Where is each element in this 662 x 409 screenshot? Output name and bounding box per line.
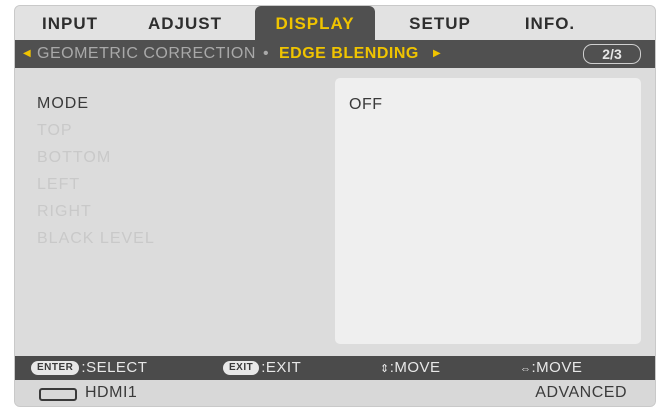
breadcrumb-prev[interactable]: GEOMETRIC CORRECTION bbox=[37, 40, 256, 68]
hint-bar: ENTER:SELECT EXIT:EXIT ⇕:MOVE ⇔:MOVE bbox=[15, 356, 655, 380]
updown-hint-label: :MOVE bbox=[389, 359, 441, 376]
tab-display[interactable]: DISPLAY bbox=[255, 6, 375, 40]
leftright-hint: ⇔:MOVE bbox=[520, 356, 582, 380]
right-arrow-icon[interactable]: ▶ bbox=[433, 40, 441, 68]
tab-adjust[interactable]: ADJUST bbox=[135, 6, 235, 40]
menu-item-bottom: BOTTOM bbox=[37, 149, 112, 166]
enter-hint: ENTER:SELECT bbox=[31, 356, 147, 380]
left-arrow-icon[interactable]: ◀ bbox=[23, 40, 31, 68]
tab-setup[interactable]: SETUP bbox=[390, 6, 490, 40]
updown-hint: ⇕:MOVE bbox=[380, 356, 441, 380]
menu-item-black-level: BLACK LEVEL bbox=[37, 230, 155, 247]
source-label: HDMI1 bbox=[85, 384, 138, 401]
mode-value[interactable]: OFF bbox=[349, 96, 383, 114]
tab-bar: INPUT ADJUST DISPLAY SETUP INFO. bbox=[15, 6, 655, 40]
leftright-hint-label: :MOVE bbox=[531, 359, 583, 376]
hdmi-icon bbox=[39, 388, 77, 401]
tab-input[interactable]: INPUT bbox=[25, 6, 115, 40]
status-bar: HDMI1 ADVANCED bbox=[15, 380, 655, 406]
menu-item-top: TOP bbox=[37, 122, 73, 139]
tab-info[interactable]: INFO. bbox=[505, 6, 595, 40]
exit-hint: EXIT:EXIT bbox=[223, 356, 301, 380]
breadcrumb-current: EDGE BLENDING bbox=[279, 45, 419, 62]
exit-key-icon: EXIT bbox=[223, 361, 260, 376]
enter-key-icon: ENTER bbox=[31, 361, 80, 376]
osd-menu: INPUT ADJUST DISPLAY SETUP INFO. ◀ GEOME… bbox=[14, 5, 656, 407]
left-right-icon: ⇔ bbox=[520, 363, 532, 375]
up-down-icon: ⇕ bbox=[380, 363, 390, 375]
value-panel: OFF bbox=[335, 78, 641, 344]
mode-label: ADVANCED bbox=[535, 384, 627, 401]
exit-hint-label: :EXIT bbox=[261, 359, 302, 376]
menu-item-left: LEFT bbox=[37, 176, 81, 193]
breadcrumb: ◀ GEOMETRIC CORRECTION • EDGE BLENDING ▶… bbox=[15, 40, 655, 68]
menu-item-right: RIGHT bbox=[37, 203, 92, 220]
menu-list: MODE TOP BOTTOM LEFT RIGHT BLACK LEVEL bbox=[37, 90, 155, 252]
menu-item-mode[interactable]: MODE bbox=[37, 90, 155, 117]
breadcrumb-separator: • bbox=[263, 45, 270, 62]
page-indicator: 2/3 bbox=[583, 44, 641, 64]
enter-hint-label: :SELECT bbox=[81, 359, 148, 376]
